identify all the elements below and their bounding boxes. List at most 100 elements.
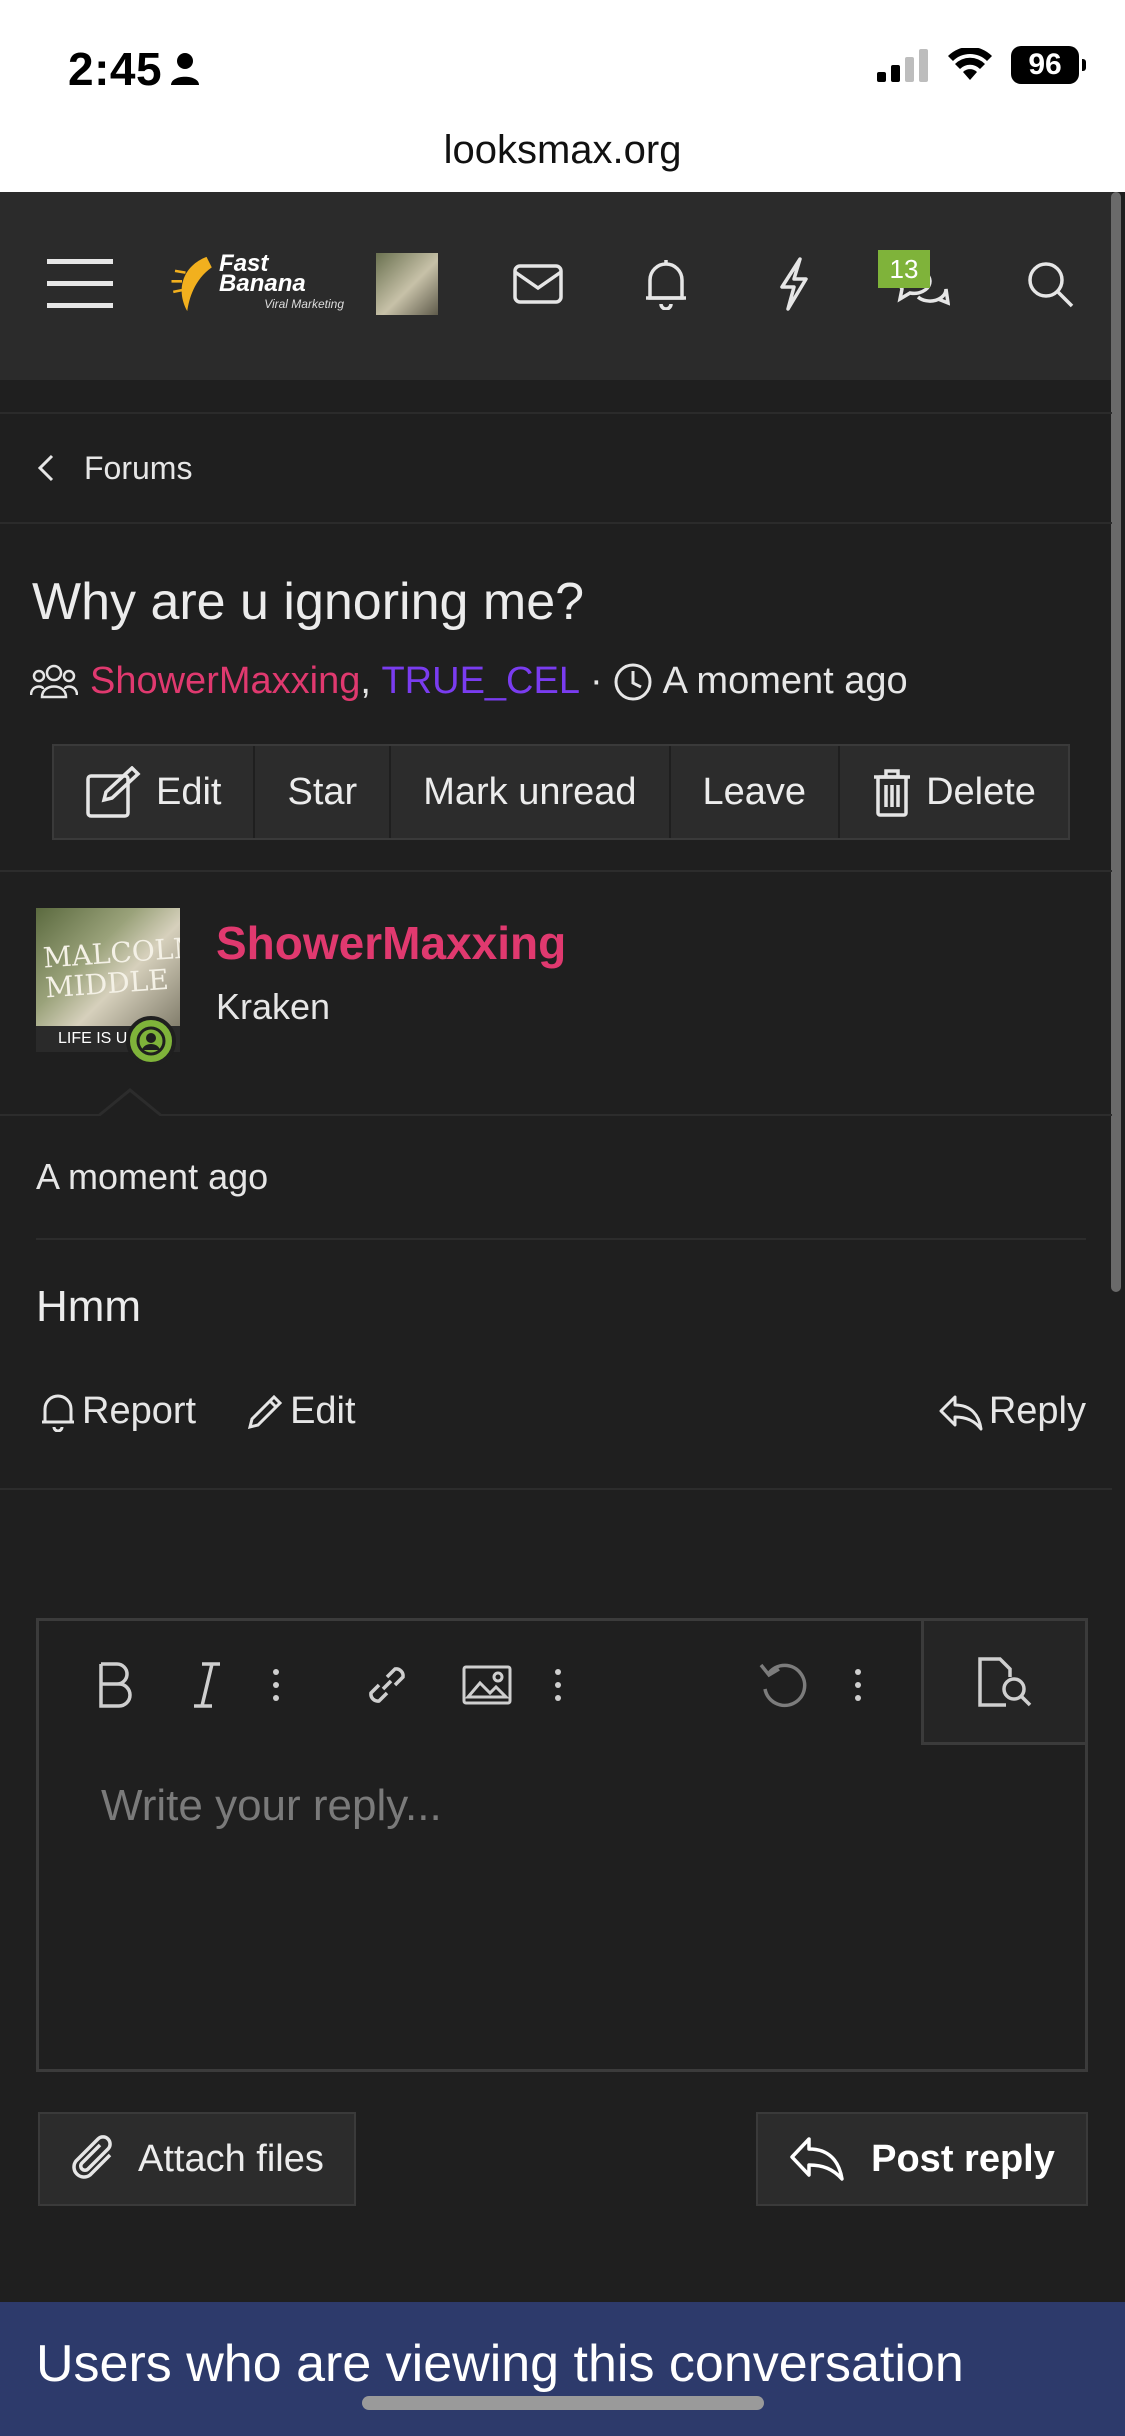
author-name[interactable]: ShowerMaxxing (216, 916, 566, 970)
home-indicator[interactable] (362, 2396, 764, 2410)
user-avatar-thumbnail (376, 253, 438, 315)
star-button[interactable]: Star (255, 746, 392, 838)
message-time[interactable]: A moment ago (36, 1156, 268, 1198)
trash-icon (874, 769, 911, 817)
undo-icon (759, 1663, 807, 1708)
status-indicators: 96 (877, 46, 1086, 84)
edit-message-button[interactable]: Edit (246, 1390, 356, 1433)
edit-conversation-button[interactable]: Edit (54, 746, 256, 838)
image-icon (462, 1665, 512, 1705)
search-button[interactable] (1018, 244, 1082, 324)
reply-editor[interactable]: Write your reply... (36, 1618, 1088, 2072)
undo-button[interactable] (753, 1657, 813, 1713)
more-vertical-icon (555, 1669, 561, 1701)
bold-button[interactable] (87, 1657, 143, 1713)
inbox-button[interactable] (506, 244, 570, 324)
breadcrumb-label: Forums (84, 449, 193, 486)
breadcrumb[interactable]: Forums (0, 412, 1112, 524)
pencil-icon (248, 1394, 283, 1429)
user-avatar-button[interactable] (376, 244, 438, 324)
more-text-options-button[interactable] (261, 1657, 291, 1713)
reply-button[interactable]: Reply (939, 1390, 1086, 1433)
signal-icon (877, 49, 928, 82)
whats-new-button[interactable] (762, 244, 826, 324)
divider (0, 870, 1112, 872)
italic-button[interactable] (179, 1657, 235, 1713)
person-icon (171, 53, 200, 85)
url-text: looksmax.org (443, 128, 682, 172)
more-insert-options-button[interactable] (543, 1657, 573, 1713)
edit-icon (86, 766, 141, 818)
edit-message-label: Edit (290, 1390, 356, 1432)
banana-logo-icon (171, 256, 212, 312)
conversations-badge: 13 (878, 250, 930, 288)
message-body: Hmm (36, 1282, 142, 1331)
post-reply-button[interactable]: Post reply (756, 2112, 1088, 2206)
reply-label: Reply (988, 1390, 1086, 1432)
status-bar: 2:45 96 (0, 0, 1125, 130)
italic-icon (194, 1662, 220, 1708)
avatar-text: MALCOLM MIDDLE (41, 930, 180, 1005)
top-navbar: Fast Banana Viral Marketing (0, 192, 1112, 380)
participant-link[interactable]: TRUE_CEL (381, 660, 580, 703)
menu-button[interactable] (40, 244, 120, 324)
editor-toolbar (39, 1621, 1085, 1745)
paperclip-icon (72, 2135, 112, 2179)
status-time: 2:45 (68, 42, 200, 96)
more-vertical-icon (273, 1669, 279, 1701)
report-button[interactable]: Report (40, 1390, 196, 1433)
mark-unread-button[interactable]: Mark unread (391, 746, 671, 838)
url-bar[interactable]: looksmax.org (0, 128, 1125, 192)
participant-comma: , (360, 660, 382, 702)
meta-separator: · (589, 660, 603, 702)
clock-text: 2:45 (68, 43, 163, 95)
link-button[interactable] (357, 1657, 417, 1713)
conversation-actions: Edit Star Mark unread Leave Delete (52, 744, 1070, 840)
edit-label: Edit (156, 770, 222, 813)
attach-files-button[interactable]: Attach files (38, 2112, 356, 2206)
wifi-icon (948, 48, 992, 80)
link-icon (369, 1667, 405, 1703)
menu-icon (47, 259, 113, 308)
alerts-button[interactable] (634, 244, 698, 324)
more-vertical-icon (855, 1669, 861, 1701)
message-arrow-inner (98, 1092, 162, 1118)
viewing-users-text: Users who are viewing this conversation (36, 2335, 964, 2393)
bell-icon (42, 1394, 74, 1432)
post-reply-label: Post reply (871, 2137, 1055, 2180)
logo-subtext: Viral Marketing (264, 297, 344, 311)
divider (0, 1114, 1112, 1116)
bold-icon (99, 1662, 132, 1708)
clock-icon (614, 663, 652, 700)
conversation-title: Why are u ignoring me? (32, 573, 585, 631)
reply-icon (939, 1395, 983, 1430)
divider (0, 1488, 1112, 1490)
conversation-time: A moment ago (662, 660, 908, 702)
attach-files-label: Attach files (138, 2137, 324, 2180)
report-label: Report (82, 1390, 197, 1432)
site-logo[interactable]: Fast Banana Viral Marketing (168, 244, 344, 324)
conversation-meta: ShowerMaxxing , TRUE_CEL · A moment ago (30, 660, 908, 703)
image-button[interactable] (457, 1657, 517, 1713)
preview-button[interactable] (921, 1621, 1085, 1745)
delete-label: Delete (926, 770, 1036, 813)
message-actions: Report Edit Reply (40, 1390, 1086, 1433)
mail-icon (513, 264, 563, 304)
bell-icon (646, 260, 686, 310)
delete-button[interactable]: Delete (840, 746, 1068, 838)
battery-indicator: 96 (1011, 46, 1086, 84)
star-label: Star (287, 770, 358, 813)
more-options-button[interactable] (843, 1657, 873, 1713)
author-title: Kraken (216, 986, 331, 1027)
reply-placeholder: Write your reply... (101, 1781, 442, 1830)
participant-link[interactable]: ShowerMaxxing (90, 660, 360, 703)
leave-label: Leave (702, 770, 807, 813)
preview-icon (977, 1656, 1031, 1707)
viewing-users-banner[interactable]: Users who are viewing this conversation (0, 2302, 1125, 2436)
page-scrollbar[interactable] (1111, 192, 1121, 1292)
online-status-icon (126, 1016, 176, 1066)
mark-unread-label: Mark unread (423, 770, 637, 813)
leave-button[interactable]: Leave (671, 746, 841, 838)
logo-text: Fast Banana (219, 250, 306, 297)
participants-icon (30, 664, 78, 698)
